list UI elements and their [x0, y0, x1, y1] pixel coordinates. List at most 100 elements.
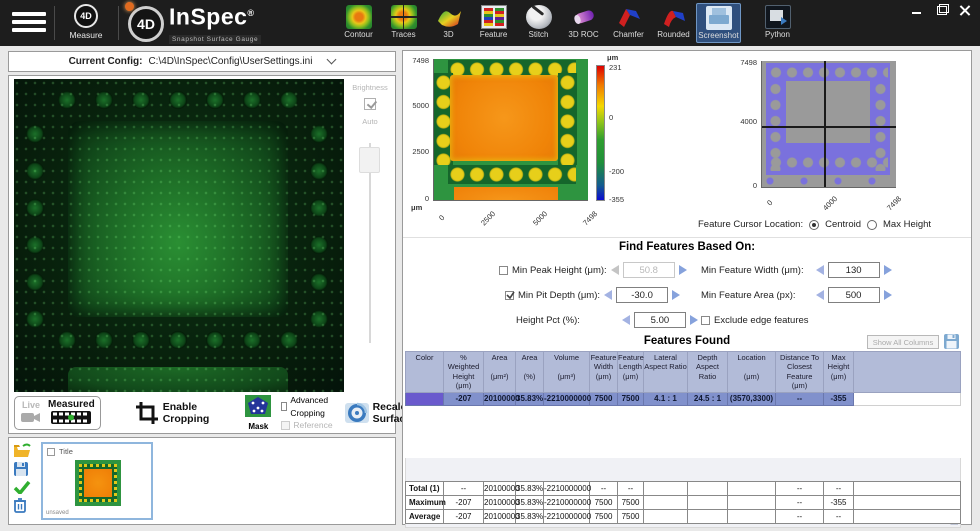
- config-label: Current Config:: [68, 56, 143, 67]
- min-peak-height-input[interactable]: 50.8: [622, 262, 675, 278]
- mask-button[interactable]: Mask: [245, 395, 272, 431]
- reference-checkbox[interactable]: Reference: [281, 419, 333, 432]
- 3d-roc-icon: [571, 5, 597, 29]
- max-height-label[interactable]: Max Height: [883, 219, 931, 230]
- col-distance[interactable]: Distance To Closest Feature (μm): [775, 351, 824, 393]
- colorbar-tick: 231: [609, 63, 622, 72]
- height-pct-input[interactable]: 5.00: [633, 312, 686, 328]
- workspace: Current Config: C:\4D\InSpec\Config\User…: [0, 46, 980, 531]
- find-features-section: Find Features Based On: Min Peak Height …: [403, 237, 971, 333]
- max-height-radio[interactable]: [867, 219, 878, 230]
- close-icon[interactable]: [958, 4, 972, 16]
- open-folder-icon[interactable]: [13, 443, 31, 458]
- tool-rounded[interactable]: Rounded: [651, 3, 696, 43]
- feature-mask-view[interactable]: [761, 61, 896, 188]
- measure-button[interactable]: 4D Measure: [60, 3, 112, 43]
- tool-screenshot[interactable]: Screenshot: [696, 3, 741, 43]
- trash-icon[interactable]: [13, 497, 27, 513]
- min-pit-depth-checkbox[interactable]: [505, 290, 515, 300]
- show-all-columns-button[interactable]: Show All Columns: [867, 335, 939, 349]
- col-volume[interactable]: Volume (μm³): [543, 351, 590, 393]
- min-feature-area-increment-icon[interactable]: [883, 290, 892, 300]
- cursor-location-label: Feature Cursor Location:: [698, 219, 804, 230]
- tool-3d[interactable]: 3D: [426, 3, 471, 43]
- tool-contour[interactable]: Contour: [336, 3, 381, 43]
- heatmap-view[interactable]: [433, 59, 588, 201]
- feature-row[interactable]: -207 20100000 35.83% -2210000000 7500 75…: [405, 391, 961, 406]
- min-pit-depth-increment-icon[interactable]: [672, 290, 681, 300]
- min-feature-area-input[interactable]: 500: [827, 287, 880, 303]
- menu-hamburger-icon[interactable]: [12, 12, 46, 34]
- python-icon: [764, 5, 791, 29]
- crop-icon: [135, 402, 158, 424]
- features-table: Color % Weighted Height (μm) Area (μm²) …: [405, 351, 961, 406]
- thumbnail-title-checkbox[interactable]: [47, 447, 55, 456]
- col-area-um2[interactable]: Area (μm²): [483, 351, 516, 393]
- thumbnail-title-row: Title: [47, 447, 151, 456]
- save-icon[interactable]: [13, 461, 29, 477]
- brightness-auto-checkbox[interactable]: [364, 97, 376, 110]
- centroid-radio[interactable]: [809, 219, 820, 230]
- colorbar-unit: μm: [607, 53, 619, 62]
- 3d-surface-icon: [436, 5, 462, 29]
- col-location[interactable]: Location (μm): [727, 351, 776, 393]
- min-peak-height-decrement-icon[interactable]: [610, 265, 619, 275]
- logo-4d-icon: 4D: [125, 2, 164, 42]
- separator: [54, 6, 55, 40]
- save-table-icon: [944, 334, 959, 349]
- restore-icon[interactable]: [934, 4, 949, 16]
- measured-button[interactable]: Measured: [48, 399, 95, 428]
- surface-speckle: [14, 79, 344, 392]
- height-pct-increment-icon[interactable]: [689, 315, 698, 325]
- tool-feature[interactable]: Feature: [471, 3, 516, 43]
- min-feature-width-increment-icon[interactable]: [883, 265, 892, 275]
- exclude-edge-row: Exclude edge features: [701, 310, 809, 330]
- col-feature-length[interactable]: Feature Length (μm): [617, 351, 644, 393]
- tool-python[interactable]: Python: [755, 3, 800, 43]
- min-pit-depth-input[interactable]: -30.0: [616, 287, 669, 303]
- min-feature-area-decrement-icon[interactable]: [815, 290, 824, 300]
- tool-traces[interactable]: Traces: [381, 3, 426, 43]
- maskplot-ytick: 0: [752, 181, 757, 190]
- advanced-cropping-checkbox[interactable]: Advanced Cropping: [281, 394, 332, 420]
- app-logo: 4D InSpec® Snapshot Surface Gauge: [125, 2, 262, 44]
- col-weighted-height[interactable]: % Weighted Height (μm): [443, 351, 484, 393]
- titlebar: 4D Measure 4D InSpec® Snapshot Surface G…: [0, 0, 980, 46]
- cursor-horizontal-line: [762, 126, 896, 128]
- min-feature-width-input[interactable]: 130: [827, 262, 880, 278]
- tool-stitch[interactable]: Stitch: [516, 3, 561, 43]
- config-dropdown-chevron-icon[interactable]: [326, 54, 337, 65]
- logo-name: InSpec®: [169, 3, 255, 30]
- accept-check-icon[interactable]: [13, 480, 31, 494]
- min-feature-width-decrement-icon[interactable]: [815, 265, 824, 275]
- tool-chamfer[interactable]: Chamfer: [606, 3, 651, 43]
- find-features-title: Find Features Based On:: [618, 241, 756, 253]
- colorbar-tick: -355: [609, 195, 625, 204]
- height-pct-decrement-icon[interactable]: [621, 315, 630, 325]
- live-button[interactable]: Live: [20, 400, 42, 426]
- col-feature-width[interactable]: Feature Width (μm): [589, 351, 618, 393]
- feature-icon: [480, 5, 507, 29]
- min-peak-height-increment-icon[interactable]: [678, 265, 687, 275]
- tool-3d-roc[interactable]: 3D ROC: [561, 3, 606, 43]
- separator: [118, 6, 119, 40]
- exclude-edge-checkbox[interactable]: [701, 315, 710, 325]
- measurement-thumbnail[interactable]: Title unsaved: [41, 442, 153, 520]
- min-pit-depth-decrement-icon[interactable]: [604, 290, 613, 300]
- col-area-pct[interactable]: Area (%): [515, 351, 544, 393]
- cursor-vertical-line: [824, 61, 826, 187]
- enable-cropping-button[interactable]: Enable Cropping: [135, 401, 209, 425]
- centroid-label[interactable]: Centroid: [825, 219, 861, 230]
- col-depth-aspect[interactable]: Depth Aspect Ratio: [687, 351, 728, 393]
- brightness-slider[interactable]: [359, 147, 380, 173]
- col-lateral-aspect[interactable]: Lateral Aspect Ratio: [643, 351, 688, 393]
- minimize-icon[interactable]: [910, 4, 924, 16]
- min-peak-height-checkbox[interactable]: [499, 265, 508, 275]
- summary-average-row: Average -207 20100000 35.83% -2210000000…: [405, 509, 961, 524]
- colorbar-tick: -200: [609, 167, 625, 176]
- feature-cursor-location: Feature Cursor Location: Centroid Max He…: [698, 219, 973, 230]
- brightness-controls: Brightness Auto: [347, 79, 393, 391]
- min-feature-area-row: Min Feature Area (px): 500: [701, 285, 892, 305]
- col-color[interactable]: Color: [405, 351, 444, 393]
- col-max-height[interactable]: Max Height (μm): [823, 351, 854, 393]
